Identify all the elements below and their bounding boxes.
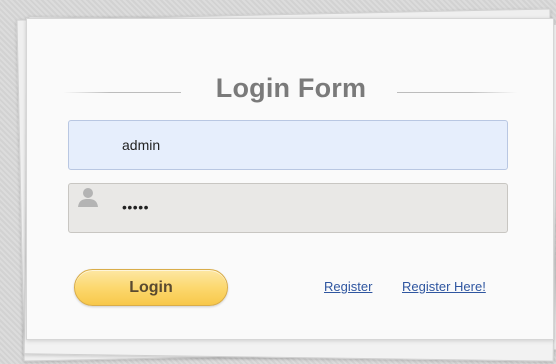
heading-rule-left [63, 92, 181, 93]
heading-row: Login Form [27, 63, 553, 103]
login-card: Login Form admin ••••• Login Register Re… [26, 18, 554, 340]
login-button[interactable]: Login [74, 269, 228, 306]
username-field[interactable]: admin [68, 120, 508, 170]
register-link[interactable]: Register [324, 279, 372, 294]
password-field[interactable]: ••••• [68, 183, 508, 233]
password-value: ••••• [122, 199, 150, 215]
user-icon [77, 186, 99, 208]
username-value: admin [122, 137, 161, 153]
heading-rule-right [397, 92, 517, 93]
register-here-link[interactable]: Register Here! [402, 279, 486, 294]
form-title: Login Form [215, 73, 367, 103]
